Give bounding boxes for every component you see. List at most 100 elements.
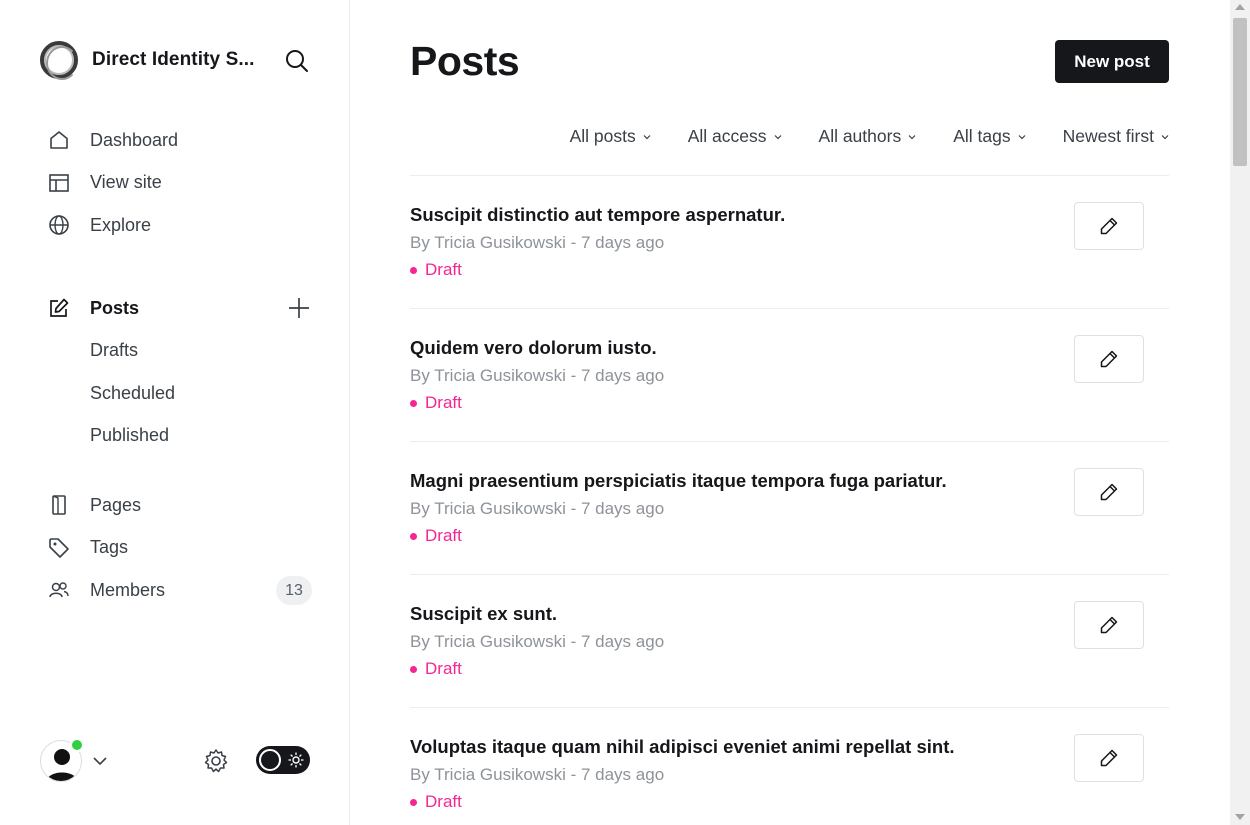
new-post-button[interactable]: New post <box>1055 40 1169 83</box>
plus-icon[interactable] <box>286 295 312 321</box>
chevron-down-icon <box>1161 134 1169 139</box>
sidebar-item-dashboard[interactable]: Dashboard <box>40 119 312 162</box>
pencil-icon <box>1100 616 1118 634</box>
chevron-down-icon <box>908 134 916 139</box>
sidebar-item-posts[interactable]: Posts <box>40 287 312 330</box>
filter-label: Newest first <box>1062 126 1154 146</box>
sidebar-item-published[interactable]: Published <box>40 415 312 458</box>
sidebar-item-members[interactable]: Members 13 <box>40 569 312 612</box>
brand: Direct Identity S... <box>40 40 310 80</box>
edit-icon <box>48 297 70 319</box>
post-meta: By Tricia Gusikowski - 7 days ago <box>410 366 665 385</box>
members-icon <box>48 579 70 601</box>
filter-authors[interactable]: All authors <box>819 126 918 147</box>
scroll-thumb[interactable] <box>1233 18 1247 166</box>
posts-nav: Posts Drafts Scheduled Published <box>40 287 312 457</box>
theme-toggle[interactable] <box>256 746 310 774</box>
status-dot <box>410 532 417 540</box>
status-label: Draft <box>425 792 462 811</box>
status-label: Draft <box>425 260 462 279</box>
post-row[interactable]: Voluptas itaque quam nihil adipisci even… <box>410 708 1169 825</box>
secondary-nav: Pages Tags Members 13 <box>40 484 312 612</box>
gear-icon[interactable] <box>202 747 230 775</box>
online-status-indicator <box>70 738 84 752</box>
globe-icon <box>48 214 70 236</box>
pencil-icon <box>1100 217 1118 235</box>
page-icon <box>48 494 70 516</box>
sidebar-item-label: Explore <box>90 214 152 235</box>
sidebar-item-label: View site <box>90 172 162 193</box>
status-badge: Draft <box>410 792 462 812</box>
filter-label: All authors <box>818 126 902 146</box>
sidebar-item-label: Tags <box>90 537 129 558</box>
post-row[interactable]: Quidem vero dolorum iusto. By Tricia Gus… <box>410 309 1169 442</box>
status-badge: Draft <box>410 260 462 280</box>
post-meta: By Tricia Gusikowski - 7 days ago <box>410 499 665 518</box>
main-content: Posts New post All posts All access All … <box>350 0 1230 825</box>
status-dot <box>410 399 417 407</box>
chevron-down-icon <box>774 134 781 139</box>
status-label: Draft <box>425 659 462 678</box>
vertical-scrollbar[interactable] <box>1230 0 1250 825</box>
filter-label: All tags <box>953 126 1011 146</box>
post-title[interactable]: Voluptas itaque quam nihil adipisci even… <box>410 736 955 758</box>
sidebar-item-label: Members <box>90 579 166 600</box>
status-badge: Draft <box>410 526 462 546</box>
posts-list: Suscipit distinctio aut tempore aspernat… <box>410 175 1169 825</box>
post-meta: By Tricia Gusikowski - 7 days ago <box>410 233 665 252</box>
chevron-down-icon <box>643 134 651 139</box>
post-row[interactable]: Magni praesentium perspiciatis itaque te… <box>410 442 1169 575</box>
page-title: Posts <box>410 38 520 84</box>
status-dot <box>410 266 417 274</box>
edit-post-button[interactable] <box>1074 335 1144 383</box>
filter-sort[interactable]: Newest first <box>1063 126 1170 147</box>
sidebar-item-view-site[interactable]: View site <box>40 162 312 205</box>
edit-post-button[interactable] <box>1074 468 1144 516</box>
post-title[interactable]: Quidem vero dolorum iusto. <box>410 337 657 359</box>
filter-label: All posts <box>569 126 636 146</box>
tag-icon <box>48 537 70 559</box>
post-title[interactable]: Suscipit distinctio aut tempore aspernat… <box>410 204 785 226</box>
chevron-down-icon <box>1018 134 1026 139</box>
post-meta: By Tricia Gusikowski - 7 days ago <box>410 765 665 784</box>
home-icon <box>48 129 70 151</box>
site-name[interactable]: Direct Identity S... <box>92 49 260 71</box>
scroll-up-arrow-icon[interactable] <box>1235 4 1245 10</box>
chevron-down-icon[interactable] <box>92 753 108 769</box>
status-dot <box>410 798 417 806</box>
edit-post-button[interactable] <box>1074 601 1144 649</box>
post-title[interactable]: Magni praesentium perspiciatis itaque te… <box>410 470 947 492</box>
sidebar-item-pages[interactable]: Pages <box>40 484 312 527</box>
filter-bar: All posts All access All authors All tag… <box>534 126 1170 147</box>
post-title[interactable]: Suscipit ex sunt. <box>410 603 557 625</box>
primary-nav: Dashboard View site Explore <box>40 119 312 247</box>
sidebar-item-label: Dashboard <box>90 129 179 150</box>
sidebar-item-scheduled[interactable]: Scheduled <box>40 372 312 415</box>
sidebar-item-tags[interactable]: Tags <box>40 527 312 570</box>
sidebar: Direct Identity S... Dashboard View site… <box>0 0 350 825</box>
sidebar-item-label: Posts <box>90 297 140 318</box>
status-badge: Draft <box>410 393 462 413</box>
edit-post-button[interactable] <box>1074 202 1144 250</box>
sidebar-item-label: Pages <box>90 494 142 515</box>
status-dot <box>410 665 417 673</box>
scroll-down-arrow-icon[interactable] <box>1235 814 1245 820</box>
filter-label: All access <box>687 126 767 146</box>
sidebar-item-explore[interactable]: Explore <box>40 204 312 247</box>
layout-icon <box>48 172 70 194</box>
post-meta: By Tricia Gusikowski - 7 days ago <box>410 632 665 651</box>
pencil-icon <box>1100 350 1118 368</box>
status-badge: Draft <box>410 659 462 679</box>
post-row[interactable]: Suscipit distinctio aut tempore aspernat… <box>410 176 1169 309</box>
sidebar-item-drafts[interactable]: Drafts <box>40 330 312 373</box>
search-icon[interactable] <box>284 48 310 74</box>
edit-post-button[interactable] <box>1074 734 1144 782</box>
site-logo-icon[interactable] <box>40 41 78 80</box>
filter-tags[interactable]: All tags <box>953 126 1026 147</box>
status-label: Draft <box>425 393 462 412</box>
sun-icon <box>288 752 304 768</box>
filter-type[interactable]: All posts <box>570 126 652 147</box>
post-row[interactable]: Suscipit ex sunt. By Tricia Gusikowski -… <box>410 575 1169 708</box>
filter-access[interactable]: All access <box>688 126 783 147</box>
toggle-knob <box>259 749 281 771</box>
